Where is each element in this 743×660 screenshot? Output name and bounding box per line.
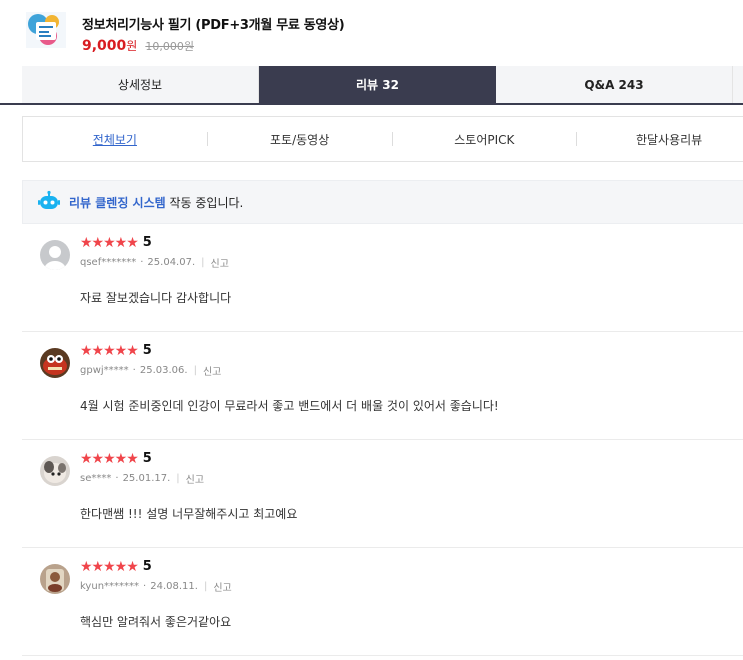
report-link[interactable]: 신고 [213, 579, 231, 594]
review-text: 자료 잘보겠습니다 감사합니다 [80, 291, 232, 305]
filter-all[interactable]: 전체보기 [23, 131, 207, 148]
product-title[interactable]: 정보처리기능사 필기 (PDF+3개월 무료 동영상) [82, 14, 345, 33]
review-text: 4월 시험 준비중인데 인강이 무료라서 좋고 밴드에서 더 배울 것이 있어서… [80, 399, 499, 413]
review-meta: qsef******* · 25.04.07. | 신고 [80, 255, 229, 270]
tab-bar-underline [0, 103, 22, 105]
filter-store-pick[interactable]: 스토어PICK [392, 131, 576, 148]
review-date: 25.03.06. [139, 365, 188, 376]
star-icon: ★★★★★ [80, 450, 139, 467]
rating-score: 5 [142, 235, 152, 250]
review-text: 한다맨쌤 !!! 설명 너무잘해주시고 최고예요 [80, 507, 298, 521]
reviewer-id: kyun******* [80, 581, 140, 592]
rating: ★★★★★ 5 [80, 343, 152, 358]
review-date: 24.08.11. [150, 581, 198, 592]
rating-score: 5 [142, 559, 152, 574]
notice-text: 작동 중입니다. [165, 195, 244, 210]
report-link[interactable]: 신고 [186, 471, 204, 486]
review-text: 핵심만 알려줘서 좋은거같아요 [80, 615, 232, 629]
product-summary: 정보처리기능사 필기 (PDF+3개월 무료 동영상) 9,000원 10,00… [22, 10, 345, 54]
filter-month-use[interactable]: 한달사용리뷰 [577, 131, 743, 148]
reviewer-id: qsef******* [80, 257, 137, 268]
report-link[interactable]: 신고 [203, 363, 221, 378]
avatar [40, 240, 70, 270]
review-date: 25.01.17. [122, 473, 171, 484]
star-icon: ★★★★★ [80, 558, 139, 575]
original-price: 10,000원 [145, 40, 194, 53]
avatar [40, 348, 70, 378]
rating-score: 5 [142, 451, 152, 466]
star-icon: ★★★★★ [80, 234, 139, 251]
review-item: ★★★★★ 5 qsef******* · 25.04.07. | 신고 자료 … [22, 224, 743, 332]
product-thumbnail[interactable] [22, 10, 70, 50]
cleansing-system-link[interactable]: 리뷰 클렌징 시스템 [69, 196, 166, 210]
tab-qna[interactable]: Q&A 243 [496, 66, 733, 103]
tab-bar: 상세정보 리뷰 32 Q&A 243 [22, 66, 743, 105]
filter-photo-video[interactable]: 포토/동영상 [208, 131, 392, 148]
review-filter-bar: 전체보기 포토/동영상 스토어PICK 한달사용리뷰 [22, 116, 743, 162]
avatar [40, 456, 70, 486]
rating: ★★★★★ 5 [80, 559, 152, 574]
review-meta: kyun******* · 24.08.11. | 신고 [80, 579, 232, 594]
rating-score: 5 [142, 343, 152, 358]
tab-more[interactable] [733, 66, 743, 103]
review-item: ★★★★★ 5 kyun******* · 24.08.11. | 신고 핵심만… [22, 548, 743, 656]
rating: ★★★★★ 5 [80, 235, 152, 250]
reviewer-id: se**** [80, 473, 112, 484]
review-cleansing-notice: 리뷰 클렌징 시스템 작동 중입니다. [22, 180, 743, 224]
tab-detail-info[interactable]: 상세정보 [22, 66, 259, 103]
rating: ★★★★★ 5 [80, 451, 152, 466]
report-link[interactable]: 신고 [211, 255, 229, 270]
star-icon: ★★★★★ [80, 342, 139, 359]
sale-price: 9,000원 [82, 38, 138, 54]
review-item: ★★★★★ 5 se**** · 25.01.17. | 신고 한다맨쌤 !!!… [22, 440, 743, 548]
tab-reviews[interactable]: 리뷰 32 [259, 66, 496, 103]
review-meta: se**** · 25.01.17. | 신고 [80, 471, 205, 486]
review-item: ★★★★★ 5 gpwj***** · 25.03.06. | 신고 4월 시험… [22, 332, 743, 440]
review-date: 25.04.07. [147, 257, 196, 268]
robot-icon [37, 190, 61, 214]
avatar [40, 564, 70, 594]
review-meta: gpwj***** · 25.03.06. | 신고 [80, 363, 222, 378]
reviewer-id: gpwj***** [80, 365, 129, 376]
